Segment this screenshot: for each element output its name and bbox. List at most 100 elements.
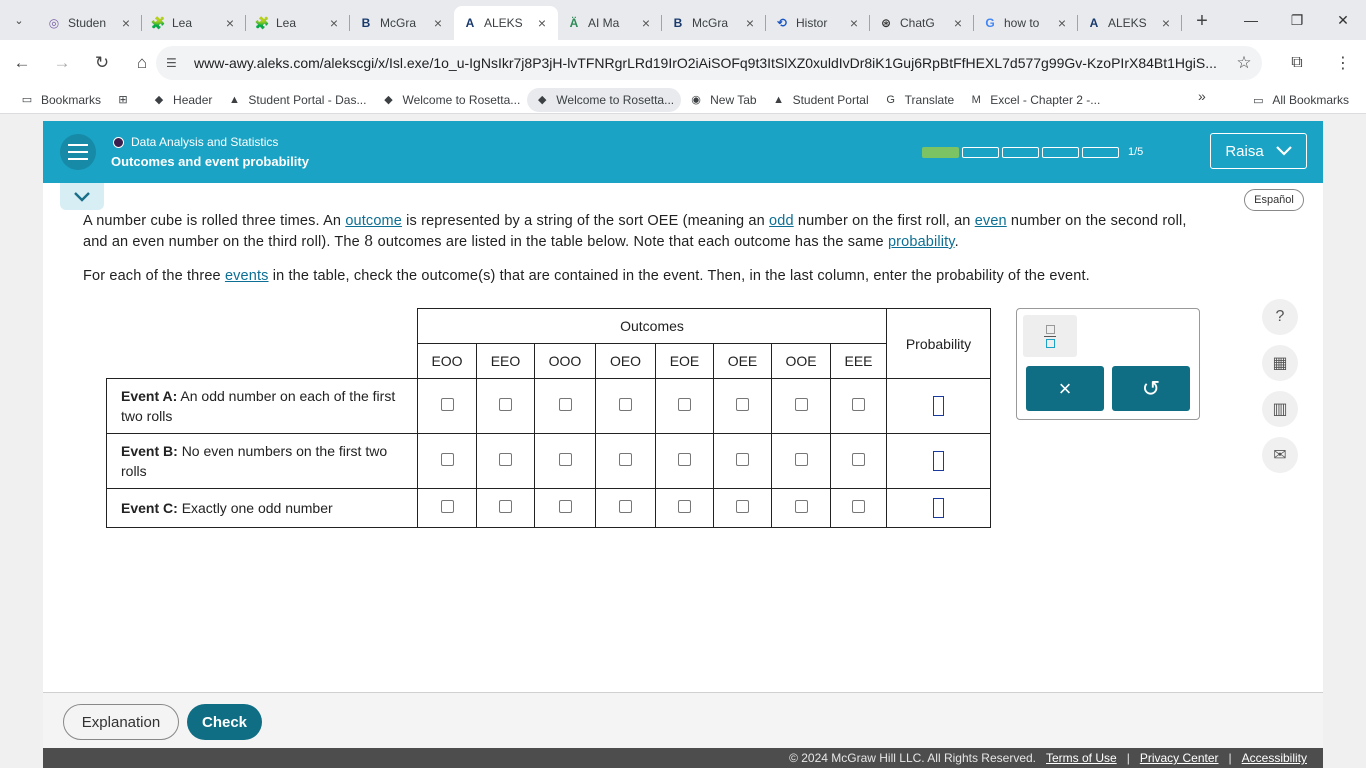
minimize-icon[interactable]: — <box>1228 0 1274 40</box>
close-tab-icon[interactable]: × <box>430 15 446 31</box>
outcome-checkbox[interactable] <box>619 500 632 513</box>
student-portal-icon: ▲ <box>228 93 240 106</box>
browser-tab[interactable]: B McGra × <box>350 6 454 40</box>
close-tab-icon[interactable]: × <box>1054 15 1070 31</box>
close-tab-icon[interactable]: × <box>534 15 550 31</box>
close-tab-icon[interactable]: × <box>638 15 654 31</box>
outcome-checkbox[interactable] <box>736 398 749 411</box>
close-tab-icon[interactable]: × <box>742 15 758 31</box>
fraction-button[interactable] <box>1023 315 1077 357</box>
bookmark-item[interactable]: ◆ Welcome to Rosetta... <box>527 87 682 112</box>
close-window-icon[interactable]: ✕ <box>1320 0 1366 40</box>
undo-button[interactable]: ↺ <box>1112 366 1190 411</box>
bookmarks-overflow-icon[interactable]: » <box>1198 88 1206 104</box>
browser-tab[interactable]: 🧩 Lea × <box>246 6 350 40</box>
outcome-checkbox[interactable] <box>852 453 865 466</box>
restore-icon[interactable]: ❐ <box>1274 0 1320 40</box>
outcome-checkbox[interactable] <box>619 453 632 466</box>
close-tab-icon[interactable]: × <box>846 15 862 31</box>
outcome-checkbox[interactable] <box>678 398 691 411</box>
menu-kebab-icon[interactable]: ⋮ <box>1320 45 1366 81</box>
outcome-checkbox[interactable] <box>558 500 572 513</box>
outcome-checkbox[interactable] <box>794 500 808 513</box>
close-tab-icon[interactable]: × <box>950 15 966 31</box>
espanol-button[interactable]: Español <box>1244 189 1304 211</box>
help-icon[interactable]: ? <box>1262 299 1298 335</box>
outcome-link[interactable]: outcome <box>345 213 402 229</box>
home-icon[interactable]: ⌂ <box>124 45 160 81</box>
browser-tab[interactable]: Ghow to × <box>974 6 1078 40</box>
odd-link[interactable]: odd <box>769 213 794 229</box>
forward-icon[interactable]: → <box>44 45 80 81</box>
outcome-checkbox[interactable] <box>678 453 691 466</box>
events-link[interactable]: events <box>225 268 269 284</box>
bookmark-item[interactable]: G Translate <box>876 88 962 112</box>
outcome-checkbox[interactable] <box>794 398 808 411</box>
outcome-checkbox[interactable] <box>852 500 865 513</box>
close-tab-icon[interactable]: × <box>118 15 134 31</box>
close-tab-icon[interactable]: × <box>326 15 342 31</box>
calculator-icon[interactable]: ▦ <box>1262 345 1298 381</box>
probability-input[interactable] <box>933 451 944 471</box>
browser-tab[interactable]: B McGra × <box>662 6 766 40</box>
bookmark-item[interactable]: M Excel - Chapter 2 -... <box>961 88 1107 112</box>
textbook-icon[interactable]: ▥ <box>1262 391 1298 427</box>
outcome-checkbox[interactable] <box>736 500 749 513</box>
outcome-checkbox[interactable] <box>440 500 454 513</box>
url-text[interactable]: www-awy.aleks.com/alekscgi/x/Isl.exe/1o_… <box>186 55 1226 71</box>
bookmark-item[interactable]: ▲ Student Portal - Das... <box>219 88 373 112</box>
mail-icon[interactable]: ✉ <box>1262 437 1298 473</box>
bookmark-item[interactable]: ◆ Welcome to Rosetta... <box>373 88 527 112</box>
site-info-icon[interactable]: ☰ <box>166 56 186 70</box>
probability-input[interactable] <box>933 396 944 416</box>
outcome-checkbox[interactable] <box>440 398 454 411</box>
back-icon[interactable]: ← <box>4 45 40 81</box>
bookmark-star-icon[interactable]: ☆ <box>1226 53 1262 73</box>
even-link[interactable]: even <box>975 213 1007 229</box>
bookmark-item[interactable]: ◉ New Tab <box>681 88 763 112</box>
all-bookmarks[interactable]: ▭ All Bookmarks <box>1243 88 1356 112</box>
outcome-checkbox[interactable] <box>499 453 512 466</box>
address-bar[interactable]: ☰ www-awy.aleks.com/alekscgi/x/Isl.exe/1… <box>156 46 1262 80</box>
privacy-link[interactable]: Privacy Center <box>1140 751 1219 765</box>
outcome-checkbox[interactable] <box>736 453 749 466</box>
outcome-checkbox[interactable] <box>794 453 808 466</box>
terms-link[interactable]: Terms of Use <box>1046 751 1117 765</box>
browser-tab[interactable]: ⟲ Histor × <box>766 6 870 40</box>
outcome-checkbox[interactable] <box>852 398 865 411</box>
probability-link[interactable]: probability <box>888 234 955 250</box>
bookmark-item[interactable]: ⊞ <box>108 88 144 112</box>
browser-tab[interactable]: ⊛ ChatG × <box>870 6 974 40</box>
explanation-button[interactable]: Explanation <box>63 704 179 740</box>
outcome-checkbox[interactable] <box>678 500 691 513</box>
chevron-down-icon <box>1275 143 1292 160</box>
bookmark-item[interactable]: ▭ Bookmarks <box>12 88 108 112</box>
close-tab-icon[interactable]: × <box>222 15 238 31</box>
extensions-icon[interactable]: ⧉ <box>1274 45 1320 81</box>
bookmark-item[interactable]: ◆ Header <box>144 88 219 112</box>
menu-hamburger-icon[interactable] <box>60 134 96 170</box>
bookmark-item[interactable]: ▲ Student Portal <box>764 88 876 112</box>
outcome-checkbox[interactable] <box>499 398 512 411</box>
outcome-checkbox[interactable] <box>619 398 632 411</box>
outcome-checkbox[interactable] <box>440 453 454 466</box>
outcome-checkbox[interactable] <box>558 453 572 466</box>
probability-input[interactable] <box>933 498 944 518</box>
outcome-checkbox[interactable] <box>499 500 512 513</box>
browser-tab[interactable]: A ALEKS × <box>454 6 558 40</box>
browser-tab[interactable]: A ALEKS × <box>1078 6 1182 40</box>
accessibility-link[interactable]: Accessibility <box>1242 751 1307 765</box>
browser-tab[interactable]: ◎ Studen × <box>38 6 142 40</box>
copyright-text: © 2024 McGraw Hill LLC. All Rights Reser… <box>789 751 1036 765</box>
new-tab-button[interactable]: + <box>1188 7 1216 35</box>
close-tab-icon[interactable]: × <box>1158 15 1174 31</box>
user-menu-button[interactable]: Raisa <box>1210 133 1307 169</box>
browser-tab[interactable]: Ä AI Ma × <box>558 6 662 40</box>
clear-button[interactable]: × <box>1026 366 1104 411</box>
reload-icon[interactable]: ↻ <box>84 45 120 81</box>
tab-search-icon[interactable]: ⌄ <box>0 0 38 40</box>
collapse-header-button[interactable] <box>60 183 104 210</box>
check-button[interactable]: Check <box>187 704 262 740</box>
outcome-checkbox[interactable] <box>558 398 572 411</box>
browser-tab[interactable]: 🧩 Lea × <box>142 6 246 40</box>
